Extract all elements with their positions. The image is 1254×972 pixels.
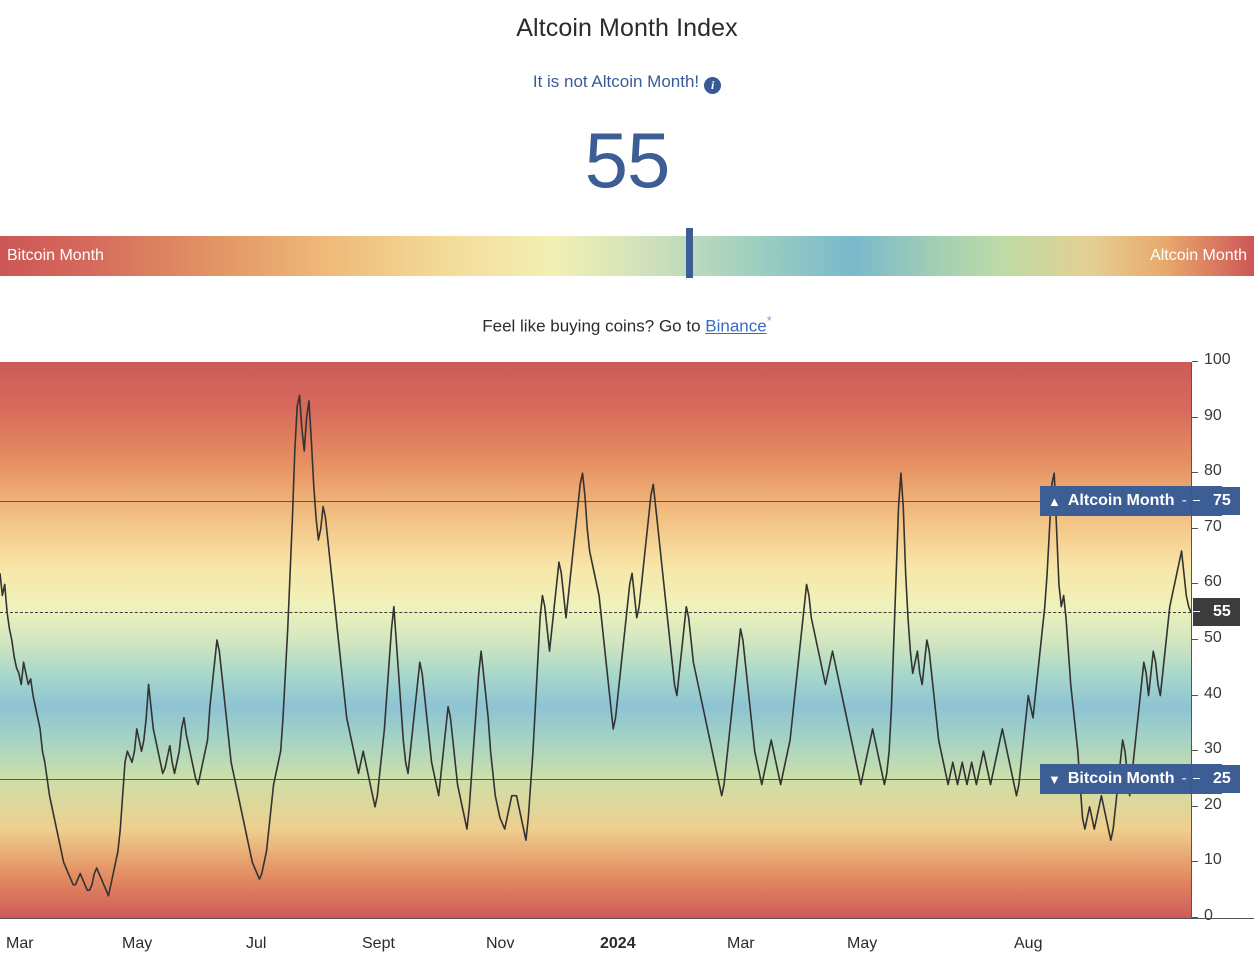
info-icon[interactable]: i <box>704 77 722 94</box>
altcoin-badge-label: Altcoin Month <box>1067 492 1175 509</box>
y-axis-badge-tick <box>1193 500 1200 501</box>
y-axis-badge-55: 55 <box>1193 598 1240 627</box>
index-value: 55 <box>584 116 671 204</box>
x-tick-label-aug: Aug <box>1014 935 1043 952</box>
x-tick-label-2024: 2024 <box>600 935 636 952</box>
altcoin-badge-sep: - <box>1181 492 1187 509</box>
y-tick-label: 30 <box>1204 740 1222 758</box>
status-label: It is not Altcoin Month! <box>532 72 700 91</box>
chart-plot-area: BLOCKCHAIN CENTER <box>0 362 1191 918</box>
y-axis-badge-25: 25 <box>1193 765 1240 793</box>
promo-prefix: Feel like buying coins? Go to <box>482 316 706 336</box>
y-tick-mark <box>1192 805 1198 807</box>
y-tick-label: 90 <box>1204 406 1222 424</box>
x-tick-label-mar: Mar <box>6 935 34 952</box>
gauge: Bitcoin Month Altcoin Month <box>0 228 1254 278</box>
y-tick-mark <box>1192 694 1198 696</box>
y-tick-mark <box>1192 472 1198 474</box>
triangle-up-icon: ▲ <box>1048 493 1061 509</box>
series-path <box>0 394 1191 897</box>
gauge-left-label: Bitcoin Month <box>7 247 104 264</box>
y-axis: 0 10 20 30 40 50 60 70 80 90 100 75 55 25 <box>1191 351 1254 924</box>
y-axis-badge-tick <box>1193 611 1200 613</box>
y-tick-label: 70 <box>1204 517 1222 535</box>
x-tick-label-jul: Jul <box>246 935 267 952</box>
y-tick-mark <box>1192 750 1198 752</box>
x-axis: Mar May Jul Sept Nov 2024 Mar May Aug <box>0 918 1254 972</box>
y-tick-mark <box>1192 861 1198 863</box>
index-line-series <box>0 394 1191 897</box>
gauge-right-label: Altcoin Month <box>1150 247 1247 264</box>
y-tick-label: 100 <box>1204 351 1231 368</box>
y-tick-label: 40 <box>1204 684 1222 702</box>
x-tick-label-may: May <box>847 935 878 952</box>
x-tick-label-sept: Sept <box>362 935 395 952</box>
bitcoin-badge-label: Bitcoin Month <box>1067 770 1175 787</box>
promo-text: Feel like buying coins? Go to Binance* <box>0 313 1254 337</box>
x-tick-label-mar: Mar <box>727 935 755 952</box>
y-tick-mark <box>1192 527 1198 529</box>
altcoin-month-index-page: Altcoin Month Index It is not Altcoin Mo… <box>0 0 1254 972</box>
y-tick-label: 20 <box>1204 795 1222 813</box>
bitcoin-badge-sep: - <box>1181 770 1187 787</box>
y-tick-mark <box>1192 361 1198 362</box>
gauge-marker <box>686 228 694 278</box>
y-tick-mark <box>1192 639 1198 640</box>
y-axis-badge-tick <box>1193 778 1200 779</box>
y-axis-badge-75: 75 <box>1193 487 1240 515</box>
gauge-gradient-bar <box>0 236 1254 276</box>
binance-link[interactable]: Binance <box>705 317 766 336</box>
status-text: It is not Altcoin Month! i <box>0 72 1254 94</box>
x-tick-label-may: May <box>122 935 153 952</box>
page-title: Altcoin Month Index <box>516 14 738 42</box>
triangle-down-icon: ▼ <box>1048 771 1061 787</box>
y-tick-label: 80 <box>1204 462 1222 480</box>
y-tick-label: 50 <box>1204 629 1222 646</box>
y-tick-mark <box>1192 583 1198 585</box>
y-tick-label: 60 <box>1204 573 1222 591</box>
y-tick-mark <box>1192 416 1198 418</box>
y-tick-label: 10 <box>1204 851 1222 869</box>
x-tick-label-nov: Nov <box>486 935 515 952</box>
promo-asterisk: * <box>766 313 772 328</box>
